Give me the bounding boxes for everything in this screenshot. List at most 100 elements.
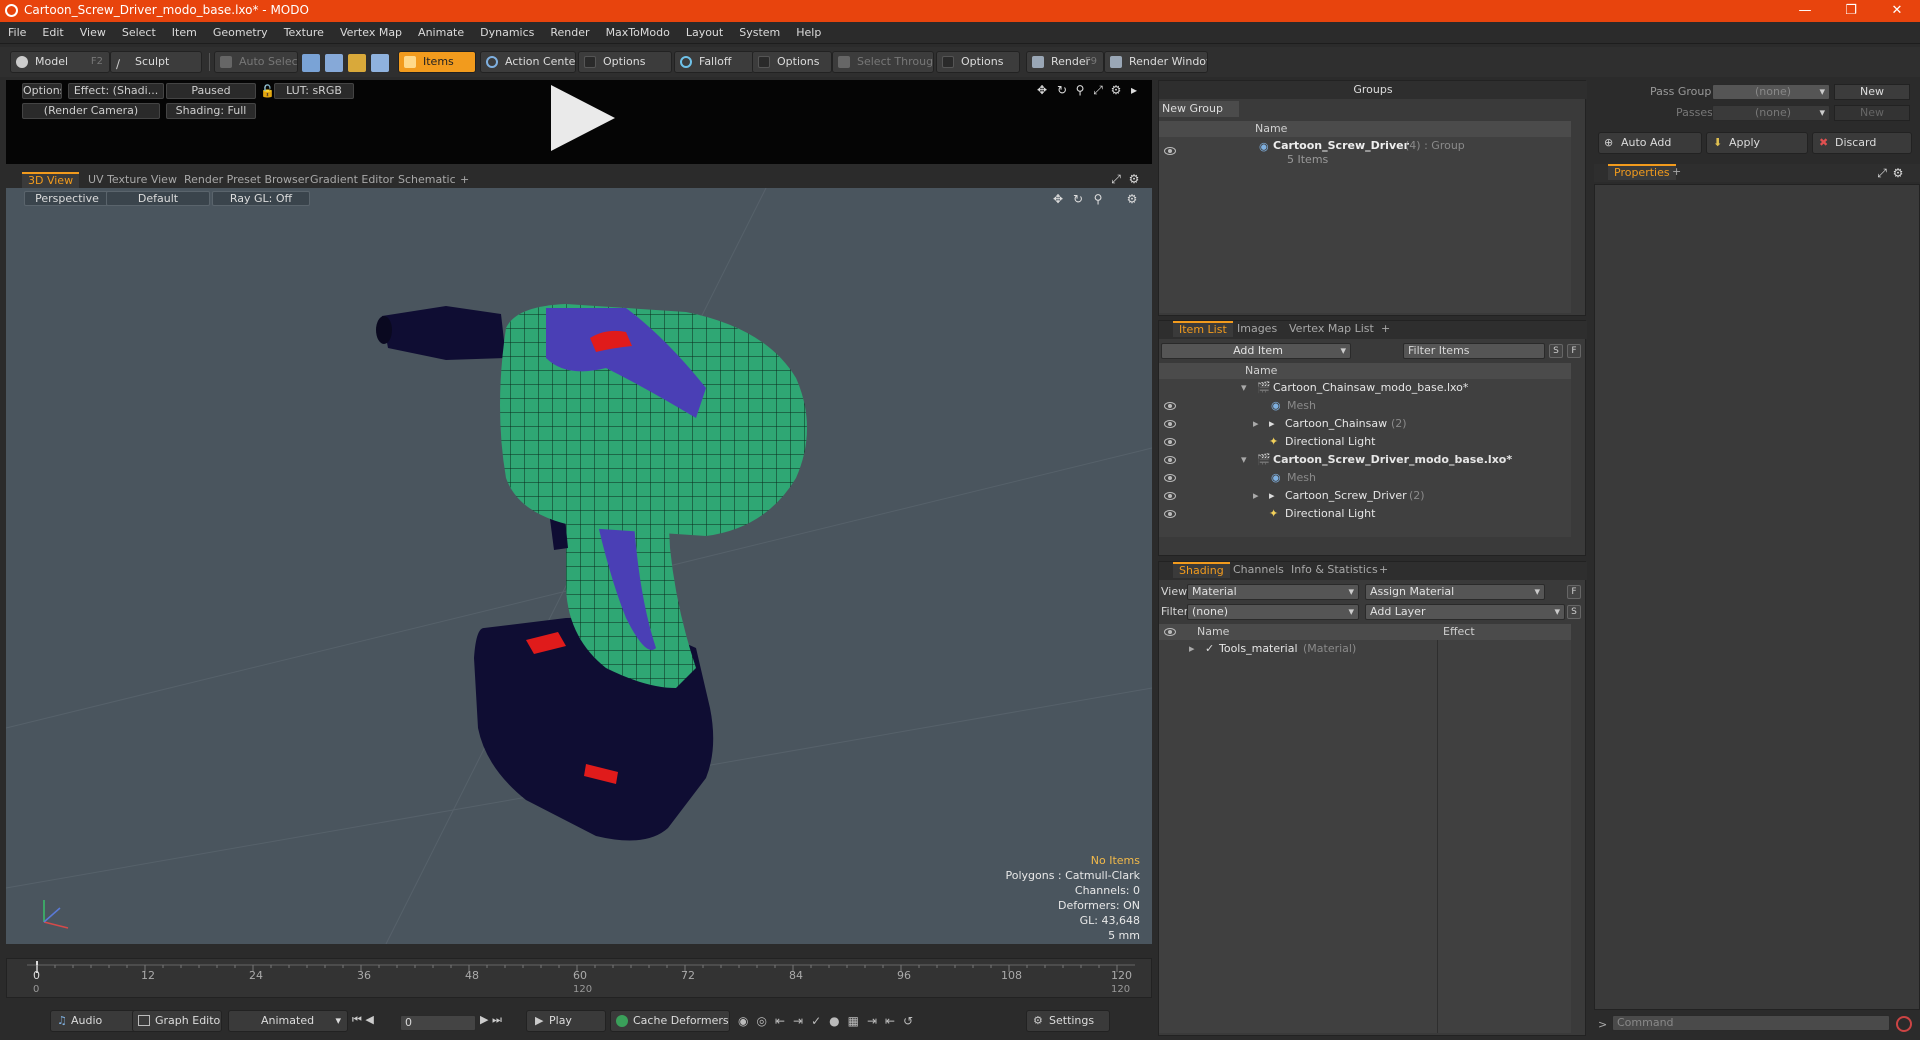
preview-options-button[interactable]: Options — [22, 83, 62, 99]
eye-icon[interactable] — [1164, 438, 1176, 446]
key-all-icon[interactable]: ◎ — [756, 1014, 774, 1028]
tab-3d-view[interactable]: 3D View — [22, 172, 80, 188]
tree-row-mesh[interactable]: ◉ Mesh — [1159, 469, 1571, 487]
maximize-icon[interactable]: ⤢ — [1110, 173, 1122, 185]
action-center-options-button[interactable]: Options — [578, 51, 672, 73]
expand-arrow-icon[interactable]: ▸ — [1189, 640, 1195, 658]
lut-dropdown[interactable]: LUT: sRGB — [274, 83, 354, 99]
tab-schematic[interactable]: Schematic — [392, 172, 462, 188]
tree-row-light[interactable]: ✦ Directional Light — [1159, 433, 1571, 451]
expand-arrow-icon[interactable]: ▸ — [1253, 415, 1259, 433]
collapse-arrow-icon[interactable]: ▾ — [1241, 451, 1247, 469]
loop-end-icon[interactable]: ⇤ — [885, 1014, 903, 1028]
tab-images[interactable]: Images — [1231, 321, 1283, 337]
pass-groups-dropdown[interactable]: (none) — [1712, 84, 1830, 100]
menu-help[interactable]: Help — [788, 22, 829, 44]
add-item-dropdown[interactable]: Add Item — [1161, 343, 1351, 359]
eye-icon[interactable] — [1164, 420, 1176, 428]
tab-gradient-editor[interactable]: Gradient Editor — [304, 172, 400, 188]
tab-channels[interactable]: Channels — [1227, 562, 1290, 578]
menu-geometry[interactable]: Geometry — [205, 22, 276, 44]
select-through-button[interactable]: Select Through — [832, 51, 934, 73]
tab-render-preset-browser[interactable]: Render Preset Browser — [178, 172, 315, 188]
items-mode-button[interactable]: Items — [398, 51, 476, 73]
step-forward-icon[interactable]: ▶ — [480, 1013, 488, 1026]
go-to-start-icon[interactable]: ⏮ — [352, 1013, 362, 1026]
record-icon[interactable]: ● — [829, 1014, 847, 1028]
add-tab-button[interactable]: + — [1666, 164, 1687, 180]
tab-item-list[interactable]: Item List — [1173, 321, 1233, 337]
set-key-icon[interactable]: ✓ — [811, 1014, 829, 1028]
new-pass-button[interactable]: New — [1834, 105, 1910, 121]
vertices-mode-icon[interactable] — [302, 54, 320, 72]
maximize-icon[interactable]: ⤢ — [1092, 84, 1104, 96]
rotate-icon[interactable]: ↻ — [1056, 84, 1068, 96]
eye-icon[interactable] — [1164, 147, 1176, 155]
polygons-mode-icon[interactable] — [348, 54, 366, 72]
go-to-end-icon[interactable]: ⏭ — [492, 1013, 502, 1026]
gear-icon[interactable]: ⚙ — [1128, 173, 1140, 185]
sculpt-mode-button[interactable]: ∕ Sculpt — [110, 51, 202, 73]
eye-icon[interactable] — [1164, 510, 1176, 518]
menu-view[interactable]: View — [72, 22, 114, 44]
s-button[interactable]: S — [1567, 605, 1581, 619]
tab-uv-texture-view[interactable]: UV Texture View — [82, 172, 183, 188]
animated-dropdown[interactable]: Animated ▾ — [228, 1010, 348, 1032]
apply-button[interactable]: ⬇ Apply — [1706, 132, 1808, 154]
add-layer-dropdown[interactable]: Add Layer — [1365, 604, 1565, 620]
maximize-icon[interactable]: ⤢ — [1876, 167, 1888, 179]
audio-button[interactable]: ♫ Audio — [50, 1010, 136, 1032]
play-preview-icon[interactable] — [551, 85, 615, 151]
preview-paused-button[interactable]: Paused — [166, 83, 256, 99]
falloff-options-button[interactable]: Options — [752, 51, 832, 73]
menu-layout[interactable]: Layout — [678, 22, 731, 44]
step-back-icon[interactable]: ◀ — [365, 1013, 373, 1026]
settings-button[interactable]: ⚙ Settings — [1026, 1010, 1110, 1032]
render-window-button[interactable]: Render Window — [1104, 51, 1208, 73]
filter-items-input[interactable]: Filter Items — [1403, 343, 1545, 359]
view-dropdown[interactable]: Material — [1187, 584, 1359, 600]
tree-row-group[interactable]: ▸ ▸ Cartoon_Screw_Driver (2) — [1159, 487, 1571, 505]
assign-material-dropdown[interactable]: Assign Material — [1365, 584, 1545, 600]
add-tab-button[interactable]: + — [1373, 562, 1394, 578]
next-key-icon[interactable]: ⇥ — [793, 1014, 811, 1028]
tab-vertex-map-list[interactable]: Vertex Map List — [1283, 321, 1380, 337]
f-button[interactable]: F — [1567, 344, 1581, 358]
tab-info-statistics[interactable]: Info & Statistics — [1285, 562, 1384, 578]
materials-mode-icon[interactable] — [371, 54, 389, 72]
menu-edit[interactable]: Edit — [34, 22, 71, 44]
eye-icon[interactable] — [1164, 474, 1176, 482]
expand-arrow-icon[interactable]: ▸ — [1128, 84, 1140, 96]
current-frame-field[interactable]: 0 — [400, 1015, 476, 1031]
tab-shading[interactable]: Shading — [1173, 562, 1230, 578]
discard-button[interactable]: ✖ Discard — [1812, 132, 1912, 154]
preview-effect-dropdown[interactable]: Effect: (Shadi... — [68, 83, 164, 99]
model-mode-button[interactable]: Model F2 — [10, 51, 110, 73]
menu-vertex-map[interactable]: Vertex Map — [332, 22, 410, 44]
menu-file[interactable]: File — [0, 22, 34, 44]
key-icon[interactable]: ◉ — [738, 1014, 756, 1028]
new-group-button[interactable]: New Group — [1159, 101, 1239, 117]
tree-row-mesh[interactable]: ◉ Mesh — [1159, 397, 1571, 415]
eye-icon[interactable] — [1164, 628, 1176, 636]
new-pass-group-button[interactable]: New — [1834, 84, 1910, 100]
menu-maxtomodo[interactable]: MaxToModo — [598, 22, 678, 44]
edges-mode-icon[interactable] — [325, 54, 343, 72]
menu-item[interactable]: Item — [164, 22, 205, 44]
tree-row-scene-chainsaw[interactable]: ▾ 🎬 Cartoon_Chainsaw_modo_base.lxo* — [1159, 379, 1571, 397]
material-row[interactable]: ▸ ✓ Tools_material (Material) — [1159, 640, 1571, 658]
tree-row-scene-screwdriver[interactable]: ▾ 🎬 Cartoon_Screw_Driver_modo_base.lxo* — [1159, 451, 1571, 469]
close-button[interactable]: ✕ — [1874, 0, 1920, 22]
command-input[interactable]: Command — [1612, 1015, 1890, 1031]
menu-system[interactable]: System — [731, 22, 788, 44]
expand-arrow-icon[interactable]: ▸ — [1253, 487, 1259, 505]
add-tab-button[interactable]: + — [454, 172, 475, 188]
timeline[interactable]: 0 12 24 36 48 60 72 84 96 108 120 0 120 … — [6, 958, 1152, 998]
move-icon[interactable]: ✥ — [1036, 84, 1048, 96]
filter-dropdown[interactable]: (none) — [1187, 604, 1359, 620]
auto-add-button[interactable]: ⊕ Auto Add — [1598, 132, 1702, 154]
add-tab-button[interactable]: + — [1375, 321, 1396, 337]
3d-viewport[interactable]: Perspective Default Ray GL: Off ✥ ↻ ⚲ ⚙ — [6, 188, 1152, 944]
eye-icon[interactable] — [1164, 456, 1176, 464]
tree-row-group[interactable]: ▸ ▸ Cartoon_Chainsaw (2) — [1159, 415, 1571, 433]
